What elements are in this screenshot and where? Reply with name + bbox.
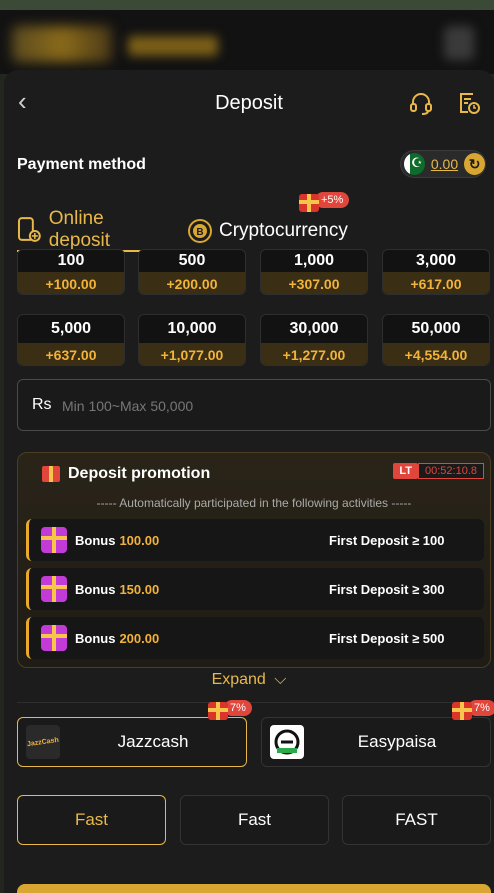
promotion-timer: LT 00:52:10.8 [393,463,484,479]
amount-value: 5,000 [50,320,92,337]
channel-promo-badge: 7% [208,698,252,720]
tab-online-deposit-label: Online deposit [48,208,111,251]
headset-icon[interactable] [408,90,434,116]
easypaisa-logo [270,725,304,759]
speed-option-fast[interactable]: Fast [180,795,329,845]
amount-bonus: +1,277.00 [261,343,367,365]
expand-button[interactable]: Expand ⌵ [4,671,494,689]
blurred-menu-icon [444,26,474,60]
deposit-header: ‹ Deposit [4,70,494,138]
channel-easypaisa[interactable]: Easypaisa 7% [261,700,494,767]
promotion-title-text: Deposit promotion [68,465,211,482]
balance-value[interactable]: 0.00 [431,156,458,172]
bonus-row: Bonus 100.00 First Deposit ≥ 100 [26,519,484,561]
refresh-icon[interactable]: ↻ [464,153,485,175]
promotion-subtitle: ----- Automatically participated in the … [96,496,412,510]
channel-name: Easypaisa [357,732,437,751]
crypto-promo-badge: +5% [299,190,350,212]
bonus-condition: First Deposit ≥ 300 [329,581,445,597]
amount-value: 500 [178,252,206,269]
amount-option[interactable]: 5,000 +637.00 [17,314,125,366]
countdown-timer: 00:52:10.8 [418,463,484,479]
amount-input[interactable] [62,392,462,420]
tab-online-deposit[interactable]: Online deposit [17,208,169,252]
gift-icon [208,702,228,720]
phone-deposit-icon [17,217,41,242]
payment-method-label: Payment method [17,156,146,173]
amount-bonus: +637.00 [18,343,124,365]
gift-box-icon [41,527,67,553]
bonus-label: Bonus [75,581,116,597]
amount-option[interactable]: 1,000 +307.00 [260,249,368,295]
gift-box-icon [41,625,67,651]
bonus-label: Bonus [75,532,116,548]
currency-label: Rs [32,396,52,413]
expand-label: Expand [211,671,266,688]
svg-text:B: B [196,227,203,238]
lightning-lt-icon: LT [393,463,418,479]
easypaisa-icon [274,729,300,755]
amount-bonus: +1,077.00 [139,343,245,365]
promotion-title: Deposit promotion [42,465,210,483]
speed-option-fast[interactable]: Fast [17,795,166,845]
bonus-row: Bonus 200.00 First Deposit ≥ 500 [26,617,484,659]
channel-badge-text: 7% [224,700,252,716]
channel-promo-badge: 7% [452,698,494,720]
amount-value: 3,000 [415,252,457,269]
bonus-amount: 150.00 [119,581,160,597]
gift-box-icon [41,576,67,602]
divider [17,702,491,703]
chevron-down-icon: ⌵ [274,671,287,688]
bonus-row: Bonus 150.00 First Deposit ≥ 300 [26,568,484,610]
deposit-tabs: Online deposit B Cryptocurrency +5% [17,192,487,254]
amount-option[interactable]: 500 +200.00 [138,249,246,295]
blurred-app-header [0,10,494,74]
amount-value: 50,000 [411,320,461,337]
amount-option[interactable]: 3,000 +617.00 [382,249,490,295]
amount-option[interactable]: 30,000 +1,277.00 [260,314,368,366]
amount-bonus: +307.00 [261,272,367,294]
crypto-badge-text: +5% [315,192,350,208]
bonus-condition: First Deposit ≥ 500 [329,630,445,646]
amount-bonus: +200.00 [139,272,245,294]
top-band [0,0,494,10]
balance-pill: 0.00 ↻ [400,150,486,178]
deposit-submit-button[interactable] [17,884,491,893]
deposit-promotion-card: Deposit promotion LT 00:52:10.8 ----- Au… [17,452,491,668]
bitcoin-icon: B [188,219,212,243]
gift-icon [452,702,472,720]
amount-value: 10,000 [167,320,217,337]
amount-input-box: Rs [17,379,491,431]
amount-bonus: +100.00 [18,272,124,294]
deposit-sheet: ‹ Deposit Payment method 0.00 ↻ [4,70,494,893]
bonus-amount: 200.00 [119,630,160,646]
channel-name: Jazzcash [117,732,189,751]
amount-value: 100 [57,252,85,269]
pakistan-flag-icon [404,153,425,175]
blurred-logo-text [128,36,218,56]
channel-jazzcash[interactable]: JazzCash Jazzcash 7% [17,700,252,767]
amount-option[interactable]: 100 +100.00 [17,249,125,295]
bonus-amount: 100.00 [119,532,160,548]
amount-option[interactable]: 50,000 +4,554.00 [382,314,490,366]
jazzcash-logo: JazzCash [26,725,60,759]
blurred-logo [12,26,112,62]
amount-option[interactable]: 10,000 +1,077.00 [138,314,246,366]
tab-cryptocurrency-label: Cryptocurrency [219,220,348,241]
gift-icon [42,466,60,482]
amount-bonus: +4,554.00 [383,343,489,365]
gift-icon [299,194,319,212]
amount-value: 1,000 [293,252,335,269]
bonus-condition: First Deposit ≥ 100 [329,532,445,548]
amount-value: 30,000 [289,320,339,337]
history-icon[interactable] [456,90,482,116]
speed-option-fast[interactable]: FAST [342,795,491,845]
bonus-label: Bonus [75,630,116,646]
amount-bonus: +617.00 [383,272,489,294]
tab-cryptocurrency[interactable]: B Cryptocurrency [187,210,367,252]
